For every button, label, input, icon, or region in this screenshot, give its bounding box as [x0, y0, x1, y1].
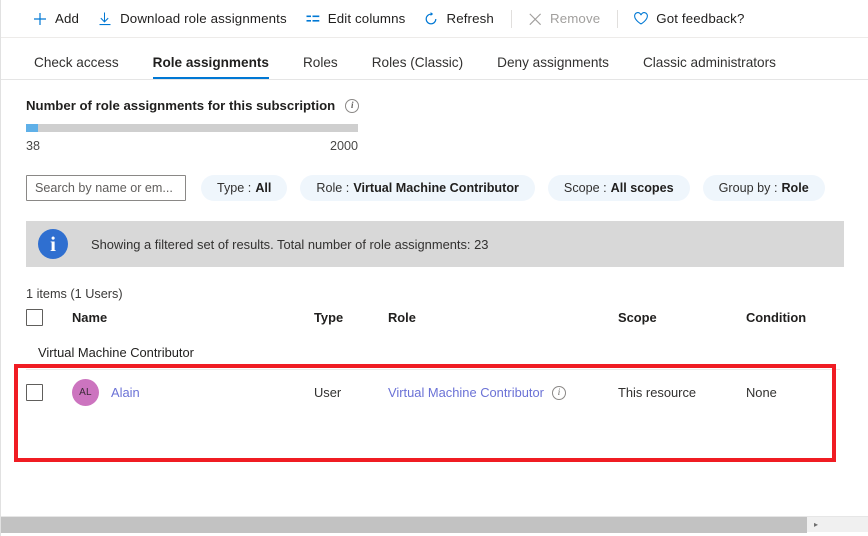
page-frame	[0, 0, 868, 536]
tab-label: Deny assignments	[497, 55, 609, 70]
tab-check-access[interactable]: Check access	[24, 55, 129, 79]
tab-roles[interactable]: Roles	[293, 55, 348, 79]
tab-deny-assignments[interactable]: Deny assignments	[487, 55, 619, 79]
role-assignment-meter	[26, 124, 358, 132]
chevron-right-icon[interactable]: ▸	[807, 517, 825, 533]
meter-fill	[26, 124, 38, 132]
tab-label: Roles	[303, 55, 338, 70]
tab-label: Classic administrators	[643, 55, 776, 70]
scrollbar-thumb[interactable]	[1, 517, 807, 533]
tab-roles-classic[interactable]: Roles (Classic)	[362, 55, 473, 79]
tab-label: Roles (Classic)	[372, 55, 463, 70]
tab-role-assignments[interactable]: Role assignments	[143, 55, 279, 79]
tab-label: Check access	[34, 55, 119, 70]
tab-label: Role assignments	[153, 55, 269, 70]
horizontal-scrollbar[interactable]: ▸	[1, 516, 868, 532]
tab-classic-administrators[interactable]: Classic administrators	[633, 55, 786, 79]
